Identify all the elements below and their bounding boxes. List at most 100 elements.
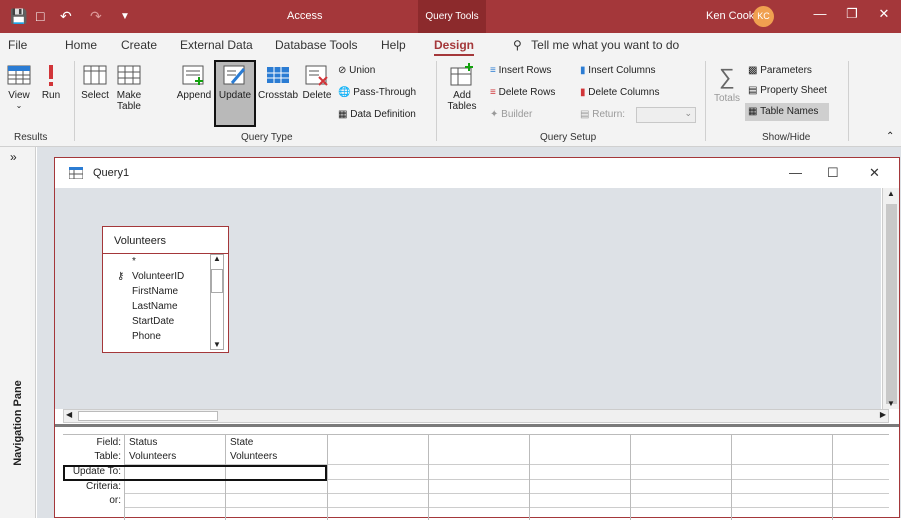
- query-window-header: Query1 — ☐ ✕: [55, 158, 899, 188]
- builder-button[interactable]: ✦ Builder: [490, 109, 532, 120]
- group-query-type-label: Query Type: [241, 132, 293, 143]
- restore-icon[interactable]: ❐: [842, 6, 862, 22]
- select-query-button[interactable]: Select: [78, 63, 112, 101]
- field-item[interactable]: VolunteerID: [132, 271, 184, 282]
- vertical-scroll-thumb[interactable]: [886, 204, 897, 404]
- tab-home[interactable]: Home: [65, 38, 97, 52]
- scroll-up-icon[interactable]: ▲: [887, 189, 895, 198]
- query-icon: [69, 167, 83, 179]
- scroll-up-icon[interactable]: ▲: [213, 254, 221, 263]
- property-sheet-icon: ▤: [748, 85, 758, 96]
- data-definition-button[interactable]: ▦ Data Definition: [338, 109, 416, 120]
- navigation-pane[interactable]: » Navigation Pane: [0, 147, 36, 518]
- insert-rows-button[interactable]: ≡ Insert Rows: [490, 65, 551, 76]
- union-button[interactable]: ⊘ Union: [338, 65, 375, 76]
- delete-query-button[interactable]: Delete: [300, 63, 334, 101]
- make-table-icon: [117, 65, 141, 85]
- minimize-icon[interactable]: —: [810, 6, 830, 21]
- return-dropdown[interactable]: ⌄: [636, 107, 696, 123]
- run-button[interactable]: Run: [36, 63, 66, 101]
- tab-file[interactable]: File: [8, 38, 27, 52]
- scroll-down-icon[interactable]: ▼: [213, 340, 221, 349]
- field-list-volunteers[interactable]: Volunteers * ⚷ VolunteerID FirstName Las…: [102, 226, 229, 353]
- field-list-scroll-thumb[interactable]: [211, 269, 223, 293]
- row-label-field: Field:: [96, 437, 121, 448]
- undo-icon[interactable]: ↶: [60, 8, 72, 25]
- group-divider: [436, 61, 437, 141]
- collapse-ribbon-icon[interactable]: ⌃: [886, 131, 894, 142]
- touch-mode-icon[interactable]: □: [36, 8, 44, 24]
- tab-design[interactable]: Design: [434, 38, 475, 56]
- field-item[interactable]: *: [132, 256, 136, 267]
- sigma-icon: ∑: [719, 64, 735, 89]
- insert-columns-icon: ▮: [580, 65, 586, 76]
- tab-create[interactable]: Create: [121, 38, 157, 52]
- grid-column-line: [630, 435, 631, 520]
- add-tables-icon: [450, 63, 473, 86]
- scroll-right-icon[interactable]: ▶: [880, 410, 886, 419]
- parameters-button[interactable]: ▩ Parameters: [748, 65, 812, 76]
- window-minimize-icon[interactable]: —: [789, 165, 802, 180]
- union-icon: ⊘: [338, 65, 347, 76]
- builder-label: Builder: [501, 109, 533, 120]
- close-icon[interactable]: ✕: [874, 6, 894, 22]
- grid-cell-table[interactable]: Volunteers: [129, 451, 176, 462]
- expand-nav-icon[interactable]: »: [10, 150, 17, 164]
- delete-label: Delete: [302, 90, 332, 101]
- tell-me-search[interactable]: ⚲ Tell me what you want to do: [513, 38, 679, 52]
- customize-qat-icon[interactable]: ▼: [120, 11, 130, 22]
- grid-cell-table[interactable]: Volunteers: [230, 451, 277, 462]
- window-maximize-icon[interactable]: ☐: [827, 165, 839, 181]
- totals-button[interactable]: ∑ Totals: [710, 63, 744, 104]
- grid-cell-field[interactable]: State: [230, 437, 253, 448]
- field-item[interactable]: LastName: [132, 301, 178, 312]
- window-close-icon[interactable]: ✕: [869, 165, 880, 181]
- group-query-setup-label: Query Setup: [540, 132, 597, 143]
- field-item[interactable]: FirstName: [132, 286, 178, 297]
- group-results-label: Results: [14, 132, 48, 143]
- property-sheet-button[interactable]: ▤ Property Sheet: [748, 85, 827, 96]
- make-table-button[interactable]: Make Table: [112, 63, 146, 112]
- user-name[interactable]: Ken Cook: [706, 10, 754, 22]
- table-pane-vertical-scrollbar[interactable]: ▲ ▼: [882, 188, 899, 409]
- grid-cell-field[interactable]: Status: [129, 437, 157, 448]
- append-button[interactable]: Append: [174, 63, 214, 101]
- ribbon-tabs: File Home Create External Data Database …: [0, 33, 901, 57]
- data-definition-icon: ▦: [338, 109, 348, 120]
- delete-columns-button[interactable]: ▮ Delete Columns: [580, 87, 659, 98]
- pane-splitter[interactable]: [55, 424, 899, 427]
- tab-help[interactable]: Help: [381, 38, 406, 52]
- delete-rows-icon: ≡: [490, 87, 496, 98]
- title-bar: 💾 □ ↶ ↷ ▼ Access Query Tools Ken Cook KC…: [0, 0, 901, 33]
- tab-external-data[interactable]: External Data: [180, 38, 253, 52]
- append-label: Append: [176, 90, 212, 101]
- update-query-button[interactable]: Update: [214, 63, 256, 101]
- tab-database-tools[interactable]: Database Tools: [275, 38, 358, 52]
- pass-through-button[interactable]: 🌐 Pass-Through: [338, 87, 416, 98]
- crosstab-button[interactable]: Crosstab: [256, 63, 300, 101]
- union-label: Union: [349, 65, 376, 76]
- table-names-button[interactable]: ▦ Table Names: [748, 106, 818, 117]
- add-tables-button[interactable]: Add Tables: [444, 63, 480, 112]
- grid-column-line: [428, 435, 429, 520]
- save-icon[interactable]: 💾: [10, 8, 27, 25]
- update-to-row-highlight[interactable]: [63, 465, 327, 481]
- make-table-label-1: Make: [116, 90, 142, 101]
- view-button[interactable]: View ⌄: [4, 63, 34, 110]
- scroll-left-icon[interactable]: ◀: [66, 410, 72, 419]
- scroll-down-icon[interactable]: ▼: [887, 399, 895, 408]
- field-item[interactable]: StartDate: [132, 316, 174, 327]
- delete-rows-button[interactable]: ≡ Delete Rows: [490, 87, 555, 98]
- field-item[interactable]: Phone: [132, 331, 161, 342]
- totals-label: Totals: [713, 93, 741, 104]
- table-pane[interactable]: Volunteers * ⚷ VolunteerID FirstName Las…: [55, 188, 881, 409]
- data-definition-label: Data Definition: [350, 109, 416, 120]
- redo-icon[interactable]: ↷: [90, 8, 102, 25]
- insert-columns-button[interactable]: ▮ Insert Columns: [580, 65, 656, 76]
- avatar[interactable]: KC: [753, 6, 774, 27]
- group-divider: [705, 61, 706, 141]
- table-pane-horizontal-scrollbar[interactable]: ◀ ▶: [63, 409, 889, 423]
- horizontal-scroll-thumb[interactable]: [78, 411, 218, 421]
- design-grid[interactable]: Field: Table: Update To: Criteria: or: S…: [63, 434, 889, 520]
- run-icon: [49, 65, 53, 86]
